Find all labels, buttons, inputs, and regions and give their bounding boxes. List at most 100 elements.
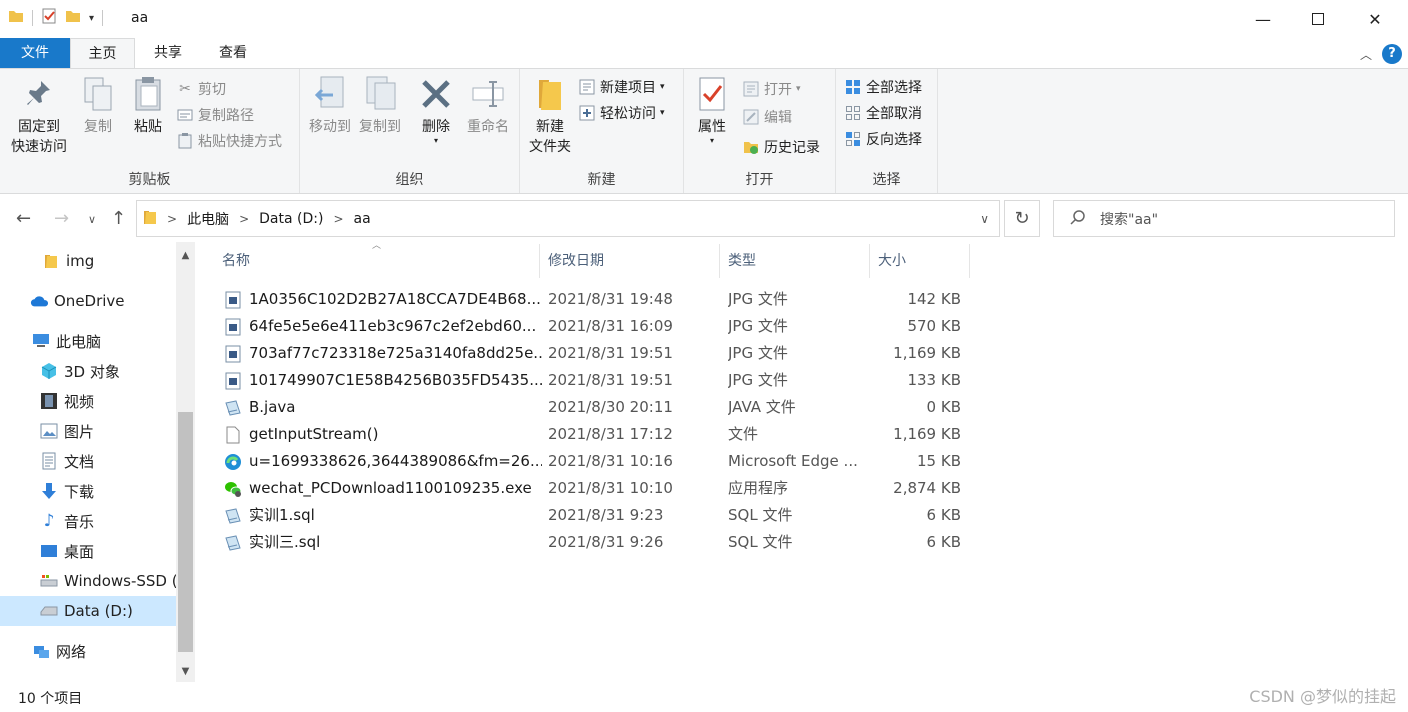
- column-header-size[interactable]: 大小: [870, 244, 970, 278]
- breadcrumb-data-drive[interactable]: Data (D:): [259, 211, 323, 227]
- open-button[interactable]: 打开 ▾: [742, 77, 801, 101]
- cut-button[interactable]: ✂ 剪切: [176, 77, 226, 101]
- pin-to-quick-access-button[interactable]: 固定到 快速访问: [6, 75, 72, 157]
- new-folder-button[interactable]: 新建 文件夹: [524, 75, 576, 157]
- customize-qat-icon[interactable]: ▾: [89, 13, 94, 24]
- nav-item-downloads[interactable]: 下载: [0, 476, 176, 506]
- nav-item-img[interactable]: img: [0, 246, 176, 276]
- copy-path-button[interactable]: 复制路径: [176, 103, 254, 127]
- address-dropdown-chevron-icon[interactable]: ∨: [980, 212, 989, 226]
- nav-item-videos[interactable]: 视频: [0, 386, 176, 416]
- properties-dropdown-icon[interactable]: ▾: [690, 137, 734, 145]
- breadcrumb-separator-icon[interactable]: >: [239, 212, 249, 226]
- file-row[interactable]: 703af77c723318e725a3140fa8dd25e... 2021/8…: [214, 340, 974, 367]
- close-button[interactable]: ✕: [1352, 0, 1398, 38]
- file-name-cell[interactable]: 703af77c723318e725a3140fa8dd25e...: [224, 340, 542, 367]
- breadcrumb-separator-icon[interactable]: >: [167, 212, 177, 226]
- address-bar[interactable]: > 此电脑 > Data (D:) > aa ∨: [136, 200, 1000, 237]
- rename-button[interactable]: 重命名: [462, 75, 514, 137]
- file-name-cell[interactable]: wechat_PCDownload1100109235.exe: [224, 475, 542, 502]
- file-row[interactable]: u=1699338626,3644389086&fm=26... 2021/8/3…: [214, 448, 974, 475]
- cut-label: 剪切: [198, 82, 226, 98]
- file-row[interactable]: wechat_PCDownload1100109235.exe 2021/8/31…: [214, 475, 974, 502]
- file-name-cell[interactable]: B.java: [224, 394, 542, 421]
- breadcrumb-this-pc[interactable]: 此电脑: [187, 209, 229, 229]
- file-name-cell[interactable]: getInputStream(): [224, 421, 542, 448]
- divider: [102, 10, 104, 26]
- minimize-button[interactable]: —: [1240, 0, 1286, 38]
- file-size: 6 KB: [926, 506, 961, 524]
- file-name-cell[interactable]: 实训1.sql: [224, 502, 542, 529]
- file-date: 2021/8/31 19:51: [548, 371, 673, 389]
- select-none-button[interactable]: 全部取消: [844, 101, 922, 125]
- navigation-pane-scrollbar[interactable]: ▲ ▼: [176, 242, 195, 682]
- copy-to-button[interactable]: 复制到: [354, 75, 406, 137]
- watermark: CSDN @梦似的挂起: [1249, 687, 1396, 706]
- file-row[interactable]: 101749907C1E58B4256B035FD5435... 2021/8/3…: [214, 367, 974, 394]
- file-name-cell[interactable]: 实训三.sql: [224, 529, 542, 556]
- paste-button[interactable]: 粘贴: [126, 75, 170, 137]
- refresh-icon[interactable]: ↻: [1004, 200, 1040, 237]
- navigation-pane: img OneDrive 此电脑 3D 对象 视频 图片 文档 下载 ♪ 音乐 …: [0, 242, 196, 682]
- column-header-type[interactable]: 类型: [720, 244, 870, 278]
- delete-button[interactable]: 删除 ▾: [416, 75, 456, 145]
- properties-button[interactable]: 属性 ▾: [690, 75, 734, 145]
- network-icon: [32, 642, 50, 660]
- file-name-cell[interactable]: u=1699338626,3644389086&fm=26...: [224, 448, 542, 475]
- scroll-down-arrow-icon[interactable]: ▼: [176, 662, 195, 680]
- drive-icon: [40, 572, 58, 590]
- maximize-button[interactable]: [1295, 0, 1341, 38]
- file-row[interactable]: getInputStream() 2021/8/31 17:12 文件 1,169 K…: [214, 421, 974, 448]
- delete-dropdown-icon[interactable]: ▾: [416, 137, 456, 145]
- nav-item-this-pc[interactable]: 此电脑: [0, 326, 176, 356]
- file-name-cell[interactable]: 1A0356C102D2B27A18CCA7DE4B68...: [224, 286, 542, 313]
- nav-item-desktop[interactable]: 桌面: [0, 536, 176, 566]
- tab-view[interactable]: 查看: [203, 38, 263, 68]
- up-arrow-icon[interactable]: ↑: [111, 208, 126, 229]
- column-header-name[interactable]: 名称: [214, 244, 540, 278]
- tab-share[interactable]: 共享: [138, 38, 198, 68]
- edit-button[interactable]: 编辑: [742, 105, 792, 129]
- nav-item-windows-ssd[interactable]: Windows-SSD (: [0, 566, 176, 596]
- back-arrow-icon[interactable]: ←: [16, 208, 31, 229]
- nav-item-documents[interactable]: 文档: [0, 446, 176, 476]
- new-folder-label-line1: 新建: [536, 119, 564, 135]
- nav-item-network[interactable]: 网络: [0, 636, 176, 666]
- select-all-button[interactable]: 全部选择: [844, 75, 922, 99]
- breadcrumb-aa[interactable]: aa: [354, 211, 371, 227]
- file-row[interactable]: 实训三.sql 2021/8/31 9:26 SQL 文件 6 KB: [214, 529, 974, 556]
- nav-item-music[interactable]: ♪ 音乐: [0, 506, 176, 536]
- forward-arrow-icon[interactable]: →: [54, 208, 69, 229]
- new-folder-icon[interactable]: [65, 8, 81, 28]
- breadcrumb-separator-icon[interactable]: >: [333, 212, 343, 226]
- invert-selection-button[interactable]: 反向选择: [844, 127, 922, 151]
- tab-home[interactable]: 主页: [70, 38, 135, 69]
- paste-shortcut-button[interactable]: 粘贴快捷方式: [176, 129, 282, 153]
- file-row[interactable]: 64fe5e5e6e411eb3c967c2ef2ebd60... 2021/8/…: [214, 313, 974, 340]
- file-row[interactable]: 1A0356C102D2B27A18CCA7DE4B68... 2021/8/31…: [214, 286, 974, 313]
- file-name: 703af77c723318e725a3140fa8dd25e...: [249, 344, 542, 362]
- scroll-up-arrow-icon[interactable]: ▲: [176, 246, 195, 264]
- file-name-cell[interactable]: 64fe5e5e6e411eb3c967c2ef2ebd60...: [224, 313, 542, 340]
- collapse-ribbon-icon[interactable]: ︿: [1360, 46, 1372, 63]
- file-row[interactable]: B.java 2021/8/30 20:11 JAVA 文件 0 KB: [214, 394, 974, 421]
- new-item-button[interactable]: 新建项目 ▾: [578, 75, 665, 99]
- nav-item-data-drive[interactable]: Data (D:): [0, 596, 176, 626]
- history-button[interactable]: 历史记录: [742, 135, 820, 159]
- nav-item-pictures[interactable]: 图片: [0, 416, 176, 446]
- move-to-button[interactable]: 移动到: [304, 75, 356, 137]
- file-row[interactable]: 实训1.sql 2021/8/31 9:23 SQL 文件 6 KB: [214, 502, 974, 529]
- search-box[interactable]: 搜索"aa": [1053, 200, 1395, 237]
- column-header-date[interactable]: 修改日期: [540, 244, 720, 278]
- nav-item-3d-objects[interactable]: 3D 对象: [0, 356, 176, 386]
- scroll-thumb[interactable]: [178, 412, 193, 652]
- window-title: aa: [131, 10, 149, 26]
- recent-locations-chevron-icon[interactable]: ∨: [88, 213, 96, 226]
- copy-button[interactable]: 复制: [76, 75, 120, 137]
- nav-item-onedrive[interactable]: OneDrive: [0, 286, 176, 316]
- help-icon[interactable]: ?: [1382, 44, 1402, 64]
- tab-file[interactable]: 文件: [0, 38, 70, 68]
- easy-access-button[interactable]: 轻松访问 ▾: [578, 101, 665, 125]
- properties-icon[interactable]: [41, 8, 57, 28]
- file-name-cell[interactable]: 101749907C1E58B4256B035FD5435...: [224, 367, 542, 394]
